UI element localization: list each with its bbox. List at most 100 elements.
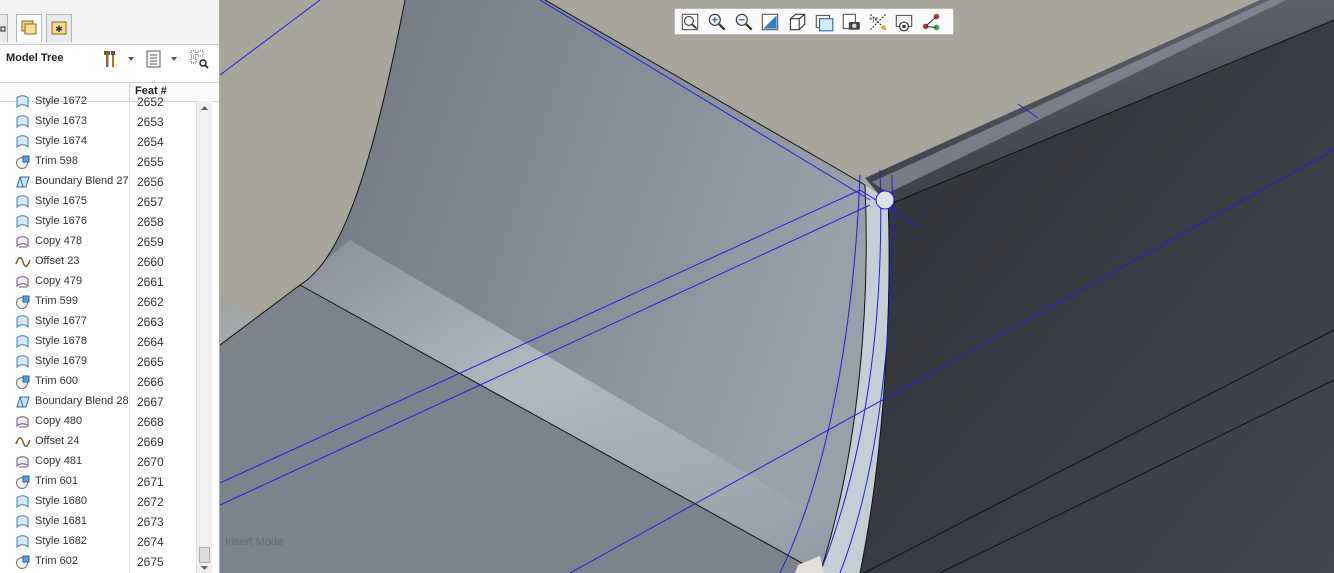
feature-name: Style 1679	[35, 355, 87, 367]
feature-name: Copy 478	[35, 235, 83, 247]
repaint-icon[interactable]	[759, 11, 781, 33]
feature-number: 2660	[137, 255, 164, 269]
trim-icon	[16, 475, 30, 489]
style-icon	[16, 115, 29, 129]
style-icon	[16, 495, 29, 509]
model-tree-tab-icon	[0, 26, 6, 32]
feature-number: 2675	[137, 555, 164, 569]
zoom-out-icon[interactable]	[733, 11, 755, 33]
copy-icon	[16, 416, 29, 428]
tree-row[interactable]: Offset 23 2660	[0, 252, 196, 272]
graphics-window[interactable]: */* Insert Mode	[220, 0, 1334, 573]
model-tree-panel: ✱ Model Tree Feat # Style 1672 2652 Styl…	[0, 0, 220, 573]
tree-row[interactable]: Trim 599 2662	[0, 292, 196, 312]
style-icon	[16, 535, 29, 549]
feature-name: Offset 23	[35, 255, 80, 267]
copy-icon	[16, 456, 29, 468]
tree-row[interactable]: Style 1680 2672	[0, 492, 196, 512]
feature-name: Style 1681	[35, 515, 87, 527]
feature-number: 2655	[137, 155, 164, 169]
feature-number: 2669	[137, 435, 164, 449]
feature-number: 2656	[137, 175, 164, 189]
style-icon	[16, 95, 29, 109]
feature-number: 2672	[137, 495, 164, 509]
tree-row[interactable]: Copy 481 2670	[0, 452, 196, 472]
tree-row[interactable]: Copy 478 2659	[0, 232, 196, 252]
feature-number: 2673	[137, 515, 164, 529]
tree-row[interactable]: Style 1678 2664	[0, 332, 196, 352]
tree-row[interactable]: Copy 480 2668	[0, 412, 196, 432]
scroll-down-arrow-icon[interactable]	[197, 563, 212, 573]
vertical-scrollbar[interactable]	[196, 101, 212, 573]
svg-text:*/*: */*	[869, 16, 879, 24]
tree-row[interactable]: Style 1676 2658	[0, 212, 196, 232]
tree-row[interactable]: Trim 602 2675	[0, 552, 196, 572]
tree-row[interactable]: Boundary Blend 27 2656	[0, 172, 196, 192]
chevron-down-icon[interactable]	[128, 57, 134, 61]
feature-name: Trim 601	[35, 475, 78, 487]
tree-row[interactable]: Trim 598 2655	[0, 152, 196, 172]
copy-icon	[16, 276, 29, 288]
feature-name: Trim 598	[35, 155, 78, 167]
feature-name: Copy 480	[35, 415, 83, 427]
tab-favorites[interactable]: ✱	[46, 14, 72, 42]
trim-icon	[16, 155, 30, 169]
scroll-up-arrow-icon[interactable]	[197, 101, 212, 115]
feature-name: Boundary Blend 28	[35, 395, 129, 407]
annotation-display-icon[interactable]	[920, 11, 942, 33]
favorites-icon: ✱	[51, 21, 67, 35]
tree-filters-icon[interactable]	[189, 49, 209, 69]
feature-number: 2661	[137, 275, 164, 289]
style-icon	[16, 355, 29, 369]
feature-number: 2671	[137, 475, 164, 489]
feature-number: 2670	[137, 455, 164, 469]
tree-row[interactable]: Style 1682 2674	[0, 532, 196, 552]
tree-row[interactable]: Style 1679 2665	[0, 352, 196, 372]
tree-row[interactable]: Boundary Blend 28 2667	[0, 392, 196, 412]
zoom-in-icon[interactable]	[706, 11, 728, 33]
style-icon	[16, 315, 29, 329]
feature-number: 2663	[137, 315, 164, 329]
trim-icon	[16, 295, 30, 309]
feature-name: Style 1676	[35, 215, 87, 227]
tree-row[interactable]: Copy 479 2661	[0, 272, 196, 292]
display-style-icon[interactable]	[786, 11, 808, 33]
tree-tools-icon[interactable]	[101, 49, 121, 69]
saved-views-icon[interactable]	[813, 11, 835, 33]
tab-folder-browser[interactable]	[16, 14, 42, 42]
feature-number: 2674	[137, 535, 164, 549]
feature-number: 2658	[137, 215, 164, 229]
tree-row[interactable]: Style 1677 2663	[0, 312, 196, 332]
feature-name: Trim 599	[35, 295, 78, 307]
tree-row[interactable]: Style 1673 2653	[0, 112, 196, 132]
feature-number: 2653	[137, 115, 164, 129]
chevron-down-icon[interactable]	[171, 57, 177, 61]
tree-row[interactable]: Style 1674 2654	[0, 132, 196, 152]
style-icon	[16, 215, 29, 229]
feature-name: Style 1675	[35, 195, 87, 207]
datum-display-icon[interactable]: */*	[867, 11, 889, 33]
feature-number: 2654	[137, 135, 164, 149]
tree-row[interactable]: Trim 600 2666	[0, 372, 196, 392]
feature-name: Style 1672	[35, 95, 87, 107]
scroll-thumb[interactable]	[199, 547, 210, 563]
tree-row[interactable]: Style 1675 2657	[0, 192, 196, 212]
folder-browser-icon	[21, 20, 37, 35]
tree-row[interactable]: Offset 24 2669	[0, 432, 196, 452]
model-geometry	[220, 0, 1334, 573]
tree-row[interactable]: Style 1681 2673	[0, 512, 196, 532]
feature-number: 2665	[137, 355, 164, 369]
tree-row[interactable]: Style 1672 2652	[0, 92, 196, 112]
spin-center-icon[interactable]	[893, 11, 915, 33]
tree-row[interactable]: Trim 601 2671	[0, 472, 196, 492]
feature-name: Boundary Blend 27	[35, 175, 129, 187]
copy-icon	[16, 236, 29, 248]
view-manager-icon[interactable]	[840, 11, 862, 33]
tab-model-tree[interactable]	[0, 14, 8, 42]
view-toolbar: */*	[674, 8, 954, 35]
feature-number: 2668	[137, 415, 164, 429]
refit-icon[interactable]	[679, 11, 701, 33]
boundary-blend-icon	[16, 396, 30, 408]
show-settings-icon[interactable]	[144, 49, 164, 69]
feature-name: Style 1674	[35, 135, 87, 147]
